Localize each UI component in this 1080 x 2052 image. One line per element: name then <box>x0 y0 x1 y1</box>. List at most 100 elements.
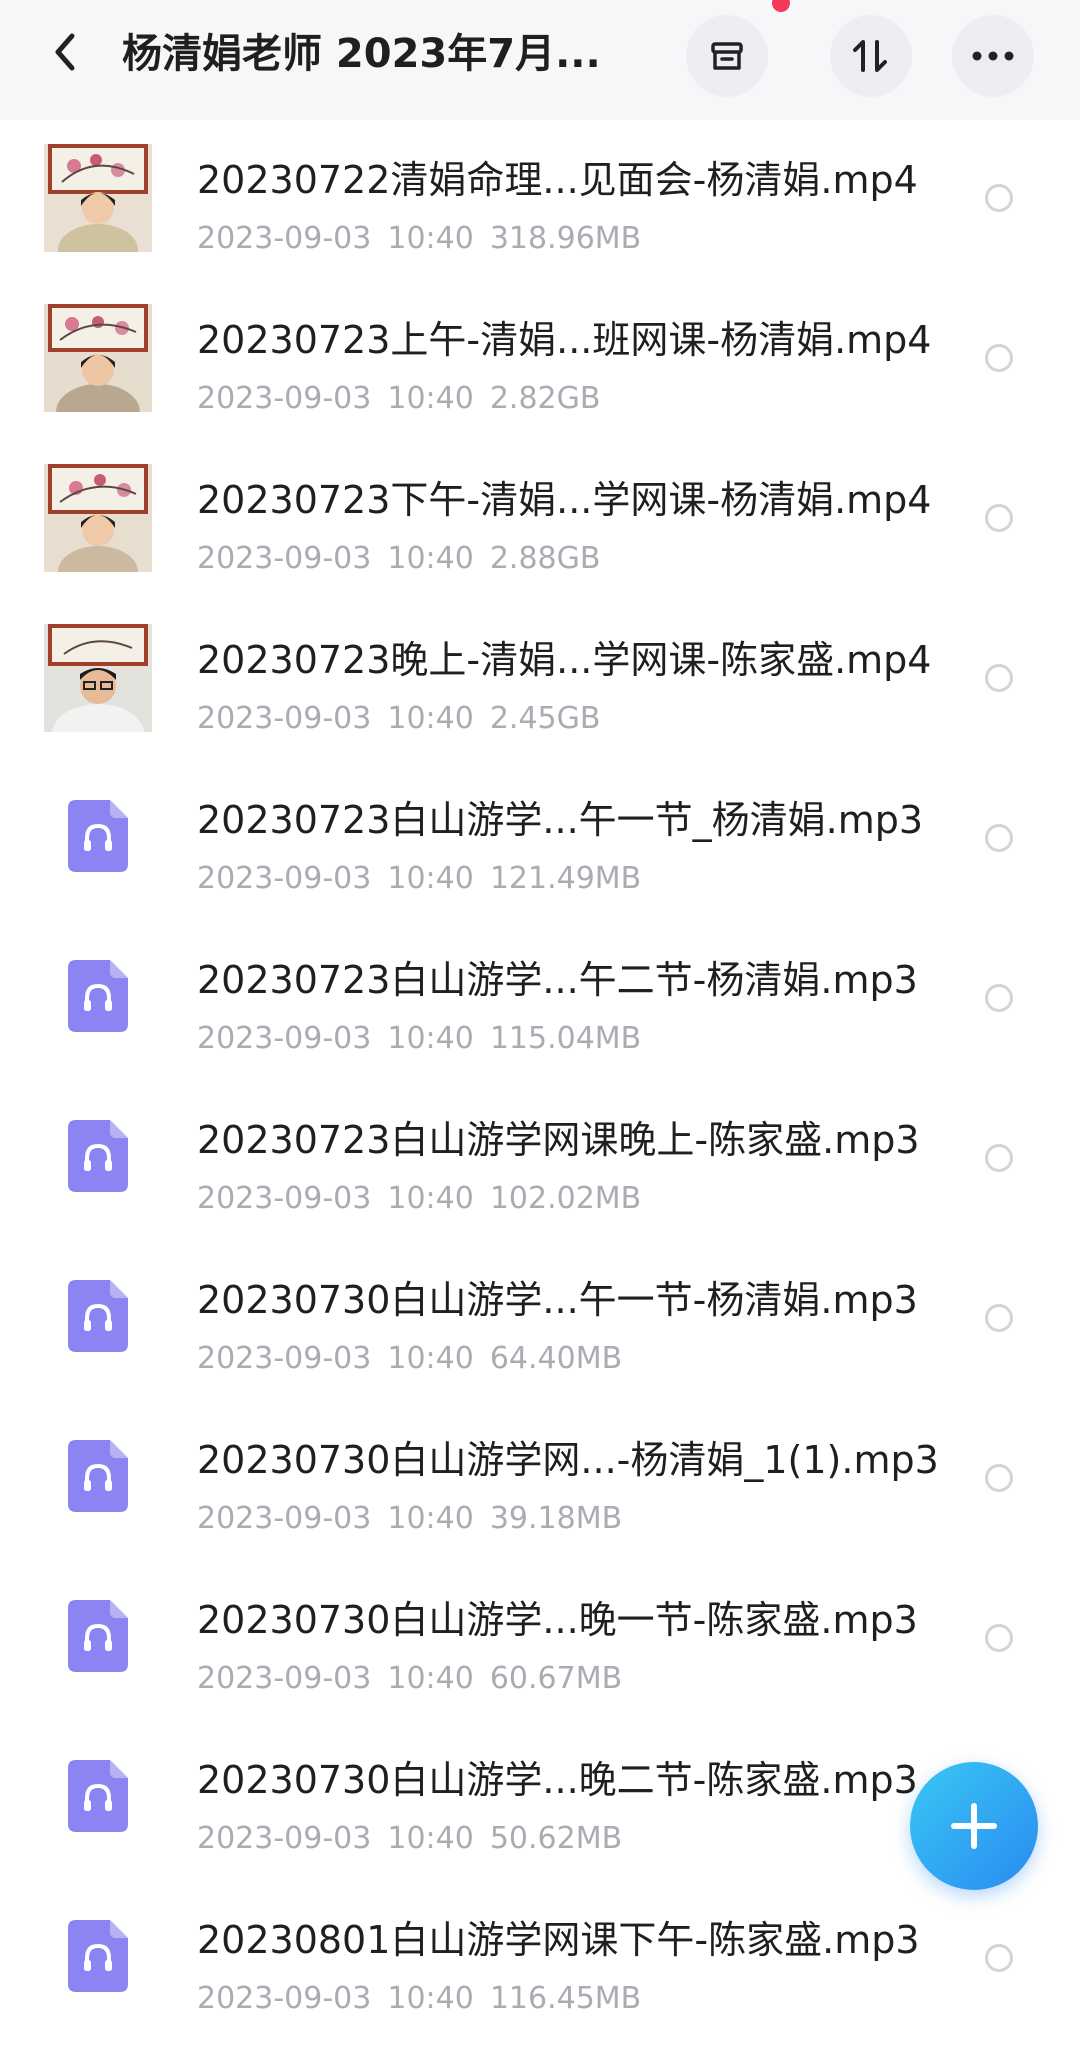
file-meta: 2023-09-03 10:40 102.02MB <box>197 1178 657 1220</box>
audio-file-icon <box>68 1440 128 1512</box>
file-meta: 2023-09-03 10:40 60.67MB <box>197 1658 638 1700</box>
file-row[interactable]: 20230723白山游学网课晚上-陈家盛.mp3 2023-09-03 10:40… <box>0 1092 1080 1252</box>
file-time: 10:40 <box>387 1181 474 1216</box>
file-date: 2023-09-03 <box>197 861 372 896</box>
file-size: 64.40MB <box>489 1341 623 1376</box>
file-row[interactable]: 20230730白山游学...午一节-杨清娟.mp3 2023-09-03 10:… <box>0 1252 1080 1412</box>
file-meta: 2023-09-03 10:40 39.18MB <box>197 1498 638 1540</box>
select-radio[interactable] <box>985 1304 1013 1332</box>
file-size: 121.49MB <box>489 861 642 896</box>
page-title: 杨清娟老师 2023年7月... <box>122 31 601 77</box>
file-size: 2.82GB <box>489 381 601 416</box>
file-time: 10:40 <box>387 1981 474 2016</box>
select-radio[interactable] <box>985 1464 1013 1492</box>
file-size: 39.18MB <box>489 1501 623 1536</box>
file-meta: 2023-09-03 10:40 121.49MB <box>197 858 657 900</box>
plus-icon <box>951 1803 997 1849</box>
file-size: 2.45GB <box>489 701 601 736</box>
file-meta: 2023-09-03 10:40 2.45GB <box>197 698 616 740</box>
audio-file-icon <box>68 1280 128 1352</box>
file-time: 10:40 <box>387 1501 474 1536</box>
file-meta: 2023-09-03 10:40 318.96MB <box>197 218 657 260</box>
file-name: 20230722清娟命理...见面会-杨清娟.mp4 <box>197 158 918 202</box>
more-button[interactable] <box>952 15 1034 97</box>
file-row[interactable]: 20230723上午-清娟...班网课-杨清娟.mp4 2023-09-03 10… <box>0 292 1080 452</box>
notification-dot <box>772 0 790 12</box>
file-size: 115.04MB <box>489 1021 642 1056</box>
file-size: 102.02MB <box>489 1181 642 1216</box>
file-time: 10:40 <box>387 1821 474 1856</box>
select-radio[interactable] <box>985 1944 1013 1972</box>
file-name: 20230723白山游学网课晚上-陈家盛.mp3 <box>197 1118 920 1162</box>
audio-file-icon <box>68 800 128 872</box>
file-meta: 2023-09-03 10:40 116.45MB <box>197 1978 657 2020</box>
file-time: 10:40 <box>387 541 474 576</box>
file-name: 20230730白山游学...晚一节-陈家盛.mp3 <box>197 1598 918 1642</box>
file-time: 10:40 <box>387 861 474 896</box>
audio-file-icon <box>68 1120 128 1192</box>
select-radio[interactable] <box>985 984 1013 1012</box>
file-date: 2023-09-03 <box>197 1821 372 1856</box>
file-time: 10:40 <box>387 1021 474 1056</box>
back-button[interactable] <box>40 22 90 82</box>
file-row[interactable]: 20230730白山游学网...-杨清娟_1(1).mp3 2023-09-03… <box>0 1412 1080 1572</box>
file-name: 20230723上午-清娟...班网课-杨清娟.mp4 <box>197 318 932 362</box>
audio-file-icon <box>68 1920 128 1992</box>
select-radio[interactable] <box>985 664 1013 692</box>
file-size: 116.45MB <box>489 1981 642 2016</box>
video-thumbnail <box>44 304 152 412</box>
select-radio[interactable] <box>985 344 1013 372</box>
audio-file-icon <box>68 1600 128 1672</box>
file-name: 20230723白山游学...午二节-杨清娟.mp3 <box>197 958 918 1002</box>
file-date: 2023-09-03 <box>197 1501 372 1536</box>
file-row[interactable]: 20230723下午-清娟...学网课-杨清娟.mp4 2023-09-03 10… <box>0 452 1080 612</box>
file-time: 10:40 <box>387 1341 474 1376</box>
archive-button[interactable] <box>686 15 768 97</box>
select-radio[interactable] <box>985 824 1013 852</box>
file-meta: 2023-09-03 10:40 64.40MB <box>197 1338 638 1380</box>
file-date: 2023-09-03 <box>197 1341 372 1376</box>
file-date: 2023-09-03 <box>197 1021 372 1056</box>
file-name: 20230723白山游学...午一节_杨清娟.mp3 <box>197 798 924 842</box>
file-meta: 2023-09-03 10:40 2.82GB <box>197 378 616 420</box>
file-date: 2023-09-03 <box>197 1661 372 1696</box>
chevron-left-icon <box>55 33 75 71</box>
file-name: 20230801白山游学网课下午-陈家盛.mp3 <box>197 1918 920 1962</box>
file-date: 2023-09-03 <box>197 701 372 736</box>
file-size: 60.67MB <box>489 1661 623 1696</box>
select-radio[interactable] <box>985 184 1013 212</box>
more-horizontal-icon <box>972 51 1014 61</box>
top-bar: 杨清娟老师 2023年7月... <box>0 0 1080 120</box>
file-row[interactable]: 20230723白山游学...午二节-杨清娟.mp3 2023-09-03 10:… <box>0 932 1080 1092</box>
file-date: 2023-09-03 <box>197 1981 372 2016</box>
file-name: 20230730白山游学...午一节-杨清娟.mp3 <box>197 1278 918 1322</box>
file-date: 2023-09-03 <box>197 221 372 256</box>
audio-file-icon <box>68 1760 128 1832</box>
sort-button[interactable] <box>830 15 912 97</box>
file-row[interactable]: 20230722清娟命理...见面会-杨清娟.mp4 2023-09-03 10:… <box>0 132 1080 292</box>
file-time: 10:40 <box>387 1661 474 1696</box>
file-row[interactable]: 20230801白山游学网课下午-陈家盛.mp3 2023-09-03 10:40… <box>0 1892 1080 2052</box>
file-row[interactable]: 20230723晚上-清娟...学网课-陈家盛.mp4 2023-09-03 10… <box>0 612 1080 772</box>
add-button[interactable] <box>910 1762 1038 1890</box>
sort-icon <box>853 40 887 72</box>
select-radio[interactable] <box>985 504 1013 532</box>
select-radio[interactable] <box>985 1144 1013 1172</box>
file-row[interactable]: 20230723白山游学...午一节_杨清娟.mp3 2023-09-03 10:… <box>0 772 1080 932</box>
file-date: 2023-09-03 <box>197 381 372 416</box>
file-meta: 2023-09-03 10:40 115.04MB <box>197 1018 657 1060</box>
file-name: 20230723晚上-清娟...学网课-陈家盛.mp4 <box>197 638 932 682</box>
file-time: 10:40 <box>387 701 474 736</box>
file-meta: 2023-09-03 10:40 2.88GB <box>197 538 616 580</box>
file-size: 318.96MB <box>489 221 642 256</box>
audio-file-icon <box>68 960 128 1032</box>
file-row[interactable]: 20230730白山游学...晚一节-陈家盛.mp3 2023-09-03 10:… <box>0 1572 1080 1732</box>
file-date: 2023-09-03 <box>197 1181 372 1216</box>
video-thumbnail <box>44 144 152 252</box>
select-radio[interactable] <box>985 1624 1013 1652</box>
archive-box-icon <box>711 42 743 70</box>
video-thumbnail <box>44 464 152 572</box>
file-name: 20230730白山游学网...-杨清娟_1(1).mp3 <box>197 1438 939 1482</box>
file-name: 20230730白山游学...晚二节-陈家盛.mp3 <box>197 1758 918 1802</box>
file-name: 20230723下午-清娟...学网课-杨清娟.mp4 <box>197 478 932 522</box>
